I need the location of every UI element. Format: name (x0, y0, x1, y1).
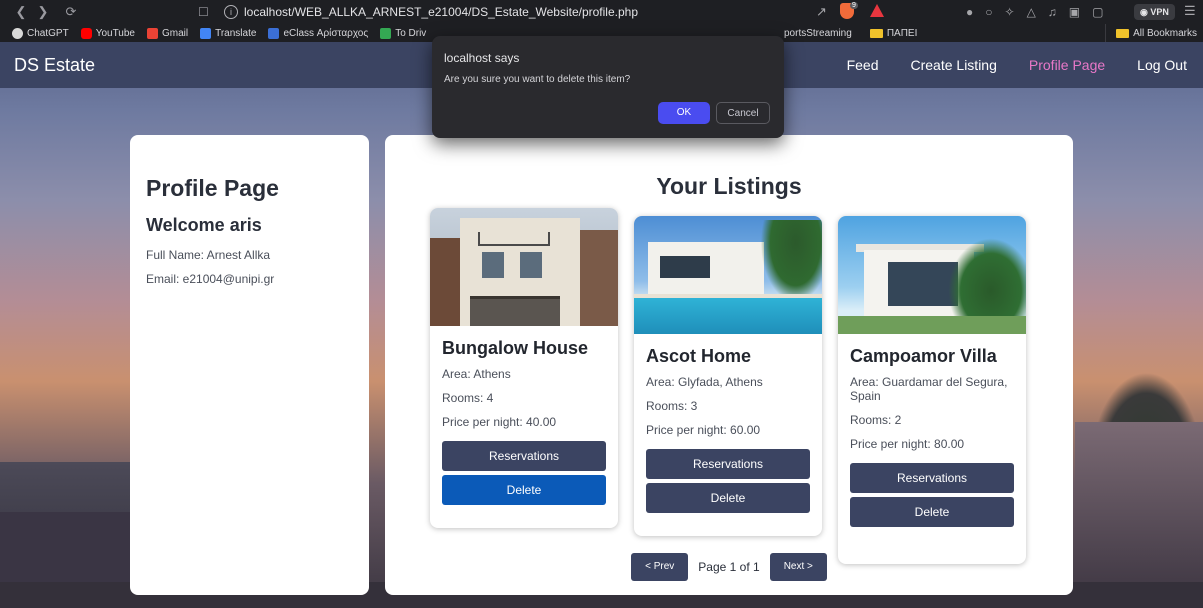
dialog-ok-button[interactable]: OK (658, 102, 710, 124)
media-icon[interactable]: ♫ (1048, 5, 1057, 19)
dialog-title: localhost says (444, 51, 520, 65)
email: Email: e21004@unipi.gr (146, 272, 275, 286)
shield-count-badge: 9 (850, 2, 858, 9)
listing-rooms: Rooms: 3 (646, 399, 698, 413)
bookmark-icon[interactable]: ☐ (198, 0, 216, 24)
folder-icon (869, 28, 883, 38)
share-icon[interactable]: ↗ (816, 4, 827, 20)
delete-button[interactable]: Delete (850, 497, 1014, 527)
back-icon[interactable]: ❮ (10, 0, 32, 24)
listing-title: Campoamor Villa (850, 346, 997, 366)
listing-title: Bungalow House (442, 338, 589, 358)
pagination: < Prev Page 1 of 1 Next > (385, 553, 1073, 581)
translate-icon (200, 27, 212, 39)
forward-icon[interactable]: ❯ (32, 0, 54, 24)
dialog-message: Are you sure you want to delete this ite… (444, 74, 631, 85)
prev-page-button[interactable]: < Prev (631, 553, 689, 581)
leo-icon[interactable]: ✧ (1005, 5, 1015, 19)
reservations-button[interactable]: Reservations (442, 441, 606, 471)
brave-rewards-icon[interactable] (870, 4, 884, 17)
eclass-icon (268, 27, 280, 39)
dialog-cancel-button[interactable]: Cancel (716, 102, 770, 124)
site-info-icon[interactable]: i (224, 5, 238, 19)
page-status: Page 1 of 1 (698, 560, 760, 574)
confirm-dialog: localhost says Are you sure you want to … (432, 36, 784, 138)
bookmark-sports-streaming[interactable]: portsStreaming (784, 28, 852, 39)
listing-photo (430, 208, 618, 326)
listing-price: Price per night: 80.00 (850, 437, 965, 451)
listing-rooms: Rooms: 2 (850, 413, 902, 427)
bookmark-chatgpt[interactable]: ChatGPT (12, 27, 69, 39)
browser-toolbar: ❮ ❯ ⟳ ☐ i localhost/WEB_ALLKA_ARNEST_e21… (0, 0, 1203, 24)
bookmark-drive[interactable]: To Driv (380, 27, 426, 39)
listing-price: Price per night: 40.00 (442, 415, 557, 429)
youtube-icon (80, 27, 92, 39)
nav-links: Feed Create Listing Profile Page Log Out (847, 42, 1203, 88)
reservations-button[interactable]: Reservations (850, 463, 1014, 493)
listing-photo (838, 216, 1026, 334)
gmail-icon (146, 27, 158, 39)
listing-card: Campoamor Villa Area: Guardamar del Segu… (838, 216, 1026, 564)
listing-card: Bungalow House Area: Athens Rooms: 4 Pri… (430, 208, 618, 528)
address-bar[interactable]: localhost/WEB_ALLKA_ARNEST_e21004/DS_Est… (244, 0, 638, 24)
profile-title: Profile Page (146, 175, 279, 201)
welcome-message: Welcome aris (146, 215, 262, 235)
listing-area: Area: Guardamar del Segura, Spain (850, 375, 1008, 403)
bookmark-eclass[interactable]: eClass Αρίσταρχος (268, 27, 368, 39)
bookmarks-right-group: portsStreaming ΠΑΠΕΙ (784, 24, 929, 42)
listing-area: Area: Athens (442, 367, 511, 381)
next-page-button[interactable]: Next > (769, 553, 827, 581)
bookmark-papei[interactable]: ΠΑΠΕΙ (869, 28, 917, 39)
listing-card: Ascot Home Area: Glyfada, Athens Rooms: … (634, 216, 822, 536)
bookmark-youtube[interactable]: YouTube (80, 27, 135, 39)
reservations-button[interactable]: Reservations (646, 449, 810, 479)
reload-icon[interactable]: ⟳ (60, 0, 82, 24)
all-bookmarks[interactable]: All Bookmarks (1105, 24, 1197, 42)
location-icon[interactable]: ○ (985, 5, 992, 19)
listing-photo (634, 216, 822, 334)
nav-create-listing[interactable]: Create Listing (911, 57, 997, 73)
brand-logo[interactable]: DS Estate (14, 42, 95, 88)
nav-feed[interactable]: Feed (847, 57, 879, 73)
nav-profile-page[interactable]: Profile Page (1029, 57, 1105, 73)
listing-rooms: Rooms: 4 (442, 391, 494, 405)
sidebar-icon[interactable]: ▣ (1069, 5, 1080, 19)
nav-log-out[interactable]: Log Out (1137, 57, 1187, 73)
tab-icon[interactable]: ▢ (1092, 5, 1103, 19)
vpn-button[interactable]: ◉ VPN (1134, 4, 1175, 20)
listing-area: Area: Glyfada, Athens (646, 375, 763, 389)
menu-icon[interactable]: ☰ (1184, 3, 1196, 19)
bookmark-translate[interactable]: Translate (200, 27, 256, 39)
extensions-icon[interactable]: △ (1027, 5, 1036, 19)
listing-title: Ascot Home (646, 346, 752, 366)
extension-icons: ● ○ ✧ △ ♫ ▣ ▢ (966, 0, 1103, 24)
chatgpt-icon (12, 27, 23, 39)
drive-icon (380, 27, 392, 39)
listings-panel: Your Listings Bungalow House Area: Athen… (385, 135, 1073, 595)
listing-price: Price per night: 60.00 (646, 423, 761, 437)
wallet-icon[interactable]: ● (966, 5, 973, 19)
full-name: Full Name: Arnest Allka (146, 248, 271, 262)
delete-button[interactable]: Delete (646, 483, 810, 513)
background-house (1075, 422, 1203, 608)
folder-icon (1116, 28, 1130, 38)
listings-title: Your Listings (656, 173, 802, 199)
bookmark-gmail[interactable]: Gmail (146, 27, 188, 39)
delete-button[interactable]: Delete (442, 475, 606, 505)
profile-card: Profile Page Welcome aris Full Name: Arn… (130, 135, 369, 595)
